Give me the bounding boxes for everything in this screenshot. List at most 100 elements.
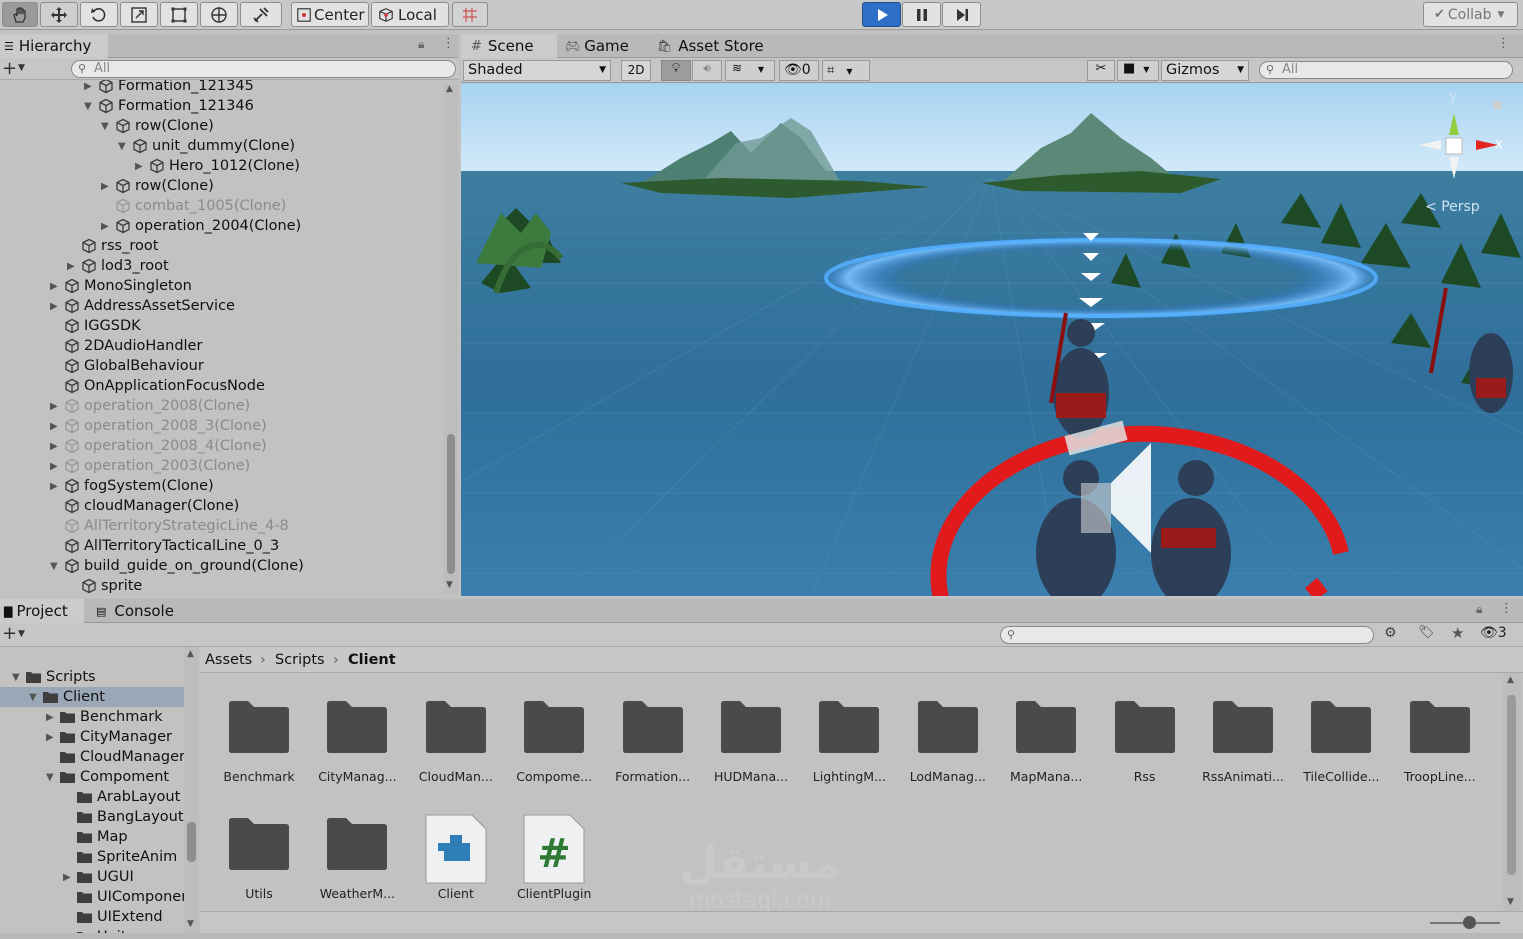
scroll-up-icon[interactable]: ▲ xyxy=(1507,675,1514,685)
asset-item[interactable]: Utils xyxy=(211,817,307,913)
scroll-down-icon[interactable]: ▼ xyxy=(1507,897,1514,907)
asset-item[interactable]: CityManag... xyxy=(309,700,405,796)
folder-tree-item[interactable]: CloudManager xyxy=(46,747,184,767)
move-tool-icon[interactable] xyxy=(40,2,78,27)
kebab-menu-icon[interactable]: ⋮ xyxy=(1500,601,1513,616)
expand-down-icon[interactable]: ▼ xyxy=(29,692,41,703)
hierarchy-search-input[interactable]: ⚲ All xyxy=(71,60,456,78)
hierarchy-item[interactable]: ▶ lod3_root xyxy=(67,256,169,276)
folder-tree-item[interactable]: ▶ CityManager xyxy=(46,727,172,747)
asset-grid-scrollbar[interactable]: ▲ ▼ xyxy=(1503,673,1521,911)
asset-item[interactable]: # ClientPlugin xyxy=(506,814,602,913)
scroll-down-icon[interactable]: ▼ xyxy=(187,919,194,929)
hierarchy-item[interactable]: ▶ operation_2008_4(Clone) xyxy=(50,436,267,456)
asset-item[interactable]: Client xyxy=(408,814,504,913)
hierarchy-item[interactable]: ▶ AddressAssetService xyxy=(50,296,235,316)
expand-right-icon[interactable]: ▶ xyxy=(50,481,62,492)
hierarchy-item[interactable]: ▶ row(Clone) xyxy=(101,176,214,196)
tab-hierarchy[interactable]: ☰ Hierarchy xyxy=(0,34,108,58)
hierarchy-item[interactable]: sprite xyxy=(67,576,142,594)
hierarchy-item[interactable]: ▶ operation_2003(Clone) xyxy=(50,456,250,476)
folder-tree-item[interactable]: ▶ UGUI xyxy=(63,867,134,887)
camera-dropdown-icon[interactable]: ■ ▼ xyxy=(1117,60,1159,81)
pivot-local-button[interactable]: Local xyxy=(371,2,449,27)
folder-tree-item[interactable]: UIExtend xyxy=(63,907,163,927)
hierarchy-item[interactable]: AllTerritoryStrategicLine_4-8 xyxy=(50,516,289,536)
scale-tool-icon[interactable] xyxy=(120,2,158,27)
expand-down-icon[interactable]: ▼ xyxy=(101,121,113,132)
scroll-up-icon[interactable]: ▲ xyxy=(187,649,194,659)
favorite-star-icon[interactable]: ★ xyxy=(1451,624,1464,642)
hierarchy-item[interactable]: ▼ build_guide_on_ground(Clone) xyxy=(50,556,304,576)
breadcrumb-client[interactable]: Client xyxy=(348,652,396,668)
hierarchy-item[interactable]: cloudManager(Clone) xyxy=(50,496,239,516)
search-by-type-icon[interactable]: ⚙︎ xyxy=(1384,625,1397,641)
expand-right-icon[interactable]: ▶ xyxy=(67,261,79,272)
expand-right-icon[interactable]: ▶ xyxy=(50,461,62,472)
play-button[interactable] xyxy=(862,2,901,27)
hierarchy-item[interactable]: ▶ MonoSingleton xyxy=(50,276,192,296)
collab-button[interactable]: ✔ Collab ▼ xyxy=(1423,2,1518,27)
step-button[interactable] xyxy=(942,2,981,27)
expand-down-icon[interactable]: ▼ xyxy=(84,101,96,112)
breadcrumb-assets[interactable]: Assets xyxy=(205,652,252,668)
expand-right-icon[interactable]: ▶ xyxy=(50,281,62,292)
folder-tree-item[interactable]: ▶ Benchmark xyxy=(46,707,163,727)
expand-right-icon[interactable]: ▶ xyxy=(63,872,75,883)
kebab-menu-icon[interactable]: ⋮ xyxy=(442,36,455,51)
zoom-slider-thumb[interactable] xyxy=(1462,916,1476,929)
folder-tree-item[interactable]: ▼ Scripts xyxy=(12,667,96,687)
lighting-toggle-icon[interactable]: 💡︎ xyxy=(661,60,691,81)
custom-tool-icon[interactable] xyxy=(240,2,282,27)
hierarchy-item[interactable]: ▼ row(Clone) xyxy=(101,116,214,136)
project-search-input[interactable]: ⚲ xyxy=(1000,626,1374,644)
expand-right-icon[interactable]: ▶ xyxy=(101,221,113,232)
folder-tree-item[interactable]: ArabLayout xyxy=(63,787,180,807)
asset-item[interactable]: Compome... xyxy=(506,700,602,796)
gizmos-dropdown[interactable]: Gizmos ▼ xyxy=(1161,60,1249,81)
kebab-menu-icon[interactable]: ⋮ xyxy=(1497,36,1510,51)
label-tag-icon[interactable]: 🏷︎ xyxy=(1418,625,1435,640)
lock-icon[interactable]: 🔒︎ xyxy=(418,37,424,52)
rotate-tool-icon[interactable] xyxy=(80,2,118,27)
hierarchy-item[interactable]: ▶ Formation_121345 xyxy=(84,80,254,96)
expand-down-icon[interactable]: ▼ xyxy=(12,672,24,683)
expand-down-icon[interactable]: ▼ xyxy=(118,141,130,152)
mode-2d-toggle[interactable]: 2D xyxy=(621,60,651,81)
expand-right-icon[interactable]: ▶ xyxy=(101,181,113,192)
expand-right-icon[interactable]: ▶ xyxy=(50,421,62,432)
hidden-objects-toggle[interactable]: 👁︎0 xyxy=(779,60,819,81)
hierarchy-scrollbar[interactable]: ▲ ▼ xyxy=(444,84,458,594)
scrollbar-thumb[interactable] xyxy=(447,434,455,574)
hierarchy-item[interactable]: rss_root xyxy=(67,236,158,256)
asset-item[interactable]: LodManag... xyxy=(900,700,996,796)
asset-item[interactable]: Rss xyxy=(1097,700,1193,796)
expand-right-icon[interactable]: ▶ xyxy=(50,441,62,452)
project-tree-scrollbar[interactable]: ▲ ▼ xyxy=(184,647,199,933)
effects-dropdown-icon[interactable]: ≋ ▼ xyxy=(725,60,775,81)
tab-console[interactable]: ▤ Console xyxy=(88,599,188,623)
scene-viewport[interactable]: y x < Persp xyxy=(461,83,1523,596)
scroll-up-icon[interactable]: ▲ xyxy=(446,84,453,94)
hierarchy-item[interactable]: ▶ Hero_1012(Clone) xyxy=(135,156,300,176)
hierarchy-item[interactable]: GlobalBehaviour xyxy=(50,356,204,376)
tab-asset-store[interactable]: 🛍︎ Asset Store xyxy=(653,34,773,58)
scene-search-input[interactable]: ⚲ All xyxy=(1259,61,1513,79)
chevron-down-icon[interactable]: ▼ xyxy=(18,63,25,73)
expand-right-icon[interactable]: ▶ xyxy=(46,732,58,743)
lock-icon[interactable]: 🔒︎ xyxy=(1476,602,1482,617)
hierarchy-item[interactable]: 2DAudioHandler xyxy=(50,336,202,356)
expand-down-icon[interactable]: ▼ xyxy=(50,561,62,572)
transform-tool-icon[interactable] xyxy=(200,2,238,27)
expand-right-icon[interactable]: ▶ xyxy=(84,81,96,92)
hierarchy-item[interactable]: AllTerritoryTacticalLine_0_3 xyxy=(50,536,279,556)
hierarchy-item[interactable]: combat_1005(Clone) xyxy=(101,196,286,216)
asset-item[interactable]: TroopLine... xyxy=(1392,700,1488,796)
expand-right-icon[interactable]: ▶ xyxy=(50,301,62,312)
folder-tree-item[interactable]: SpriteAnim xyxy=(63,847,177,867)
tab-project[interactable]: ▇ Project xyxy=(0,599,84,623)
tab-scene[interactable]: # Scene xyxy=(461,34,557,58)
create-plus-icon[interactable]: + xyxy=(2,58,17,79)
tab-game[interactable]: 🎮︎ Game xyxy=(561,34,651,58)
asset-item[interactable]: Formation... xyxy=(605,700,701,796)
